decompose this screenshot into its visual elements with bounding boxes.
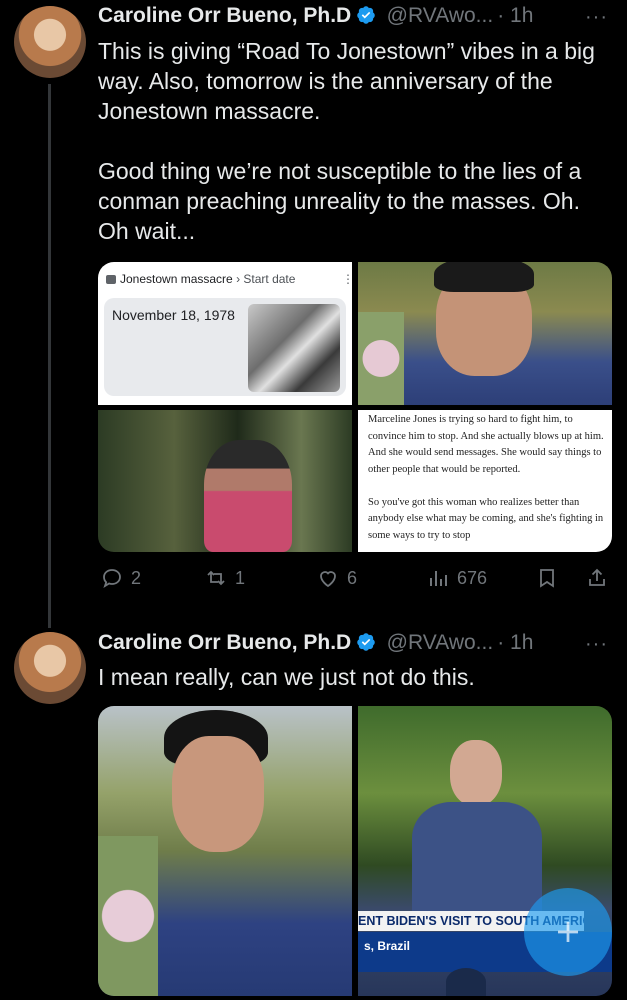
card-body: November 18, 1978 [104, 298, 346, 396]
hair-shape [434, 262, 534, 292]
portrait-photo[interactable] [358, 262, 612, 405]
author-avatar[interactable] [14, 632, 86, 704]
film-still-photo[interactable] [98, 410, 352, 552]
views-button[interactable]: 676 [426, 566, 487, 590]
quote-text-image[interactable]: Marceline Jones is trying so hard to fig… [358, 410, 612, 552]
like-count: 6 [347, 567, 358, 588]
repost-count: 1 [235, 567, 246, 588]
share-icon [589, 568, 605, 586]
tweet-header: Caroline Orr Bueno, Ph.D @RVAwo... · 1h [98, 4, 618, 32]
plus-icon [558, 922, 578, 942]
author-name[interactable]: Caroline Orr Bueno, Ph.D [98, 4, 351, 27]
more-options-icon[interactable]: ··· [585, 6, 608, 29]
person-shape [204, 440, 292, 552]
repost-button[interactable]: 1 [204, 566, 245, 590]
speaker-head-shape [450, 740, 502, 806]
verified-badge-icon [357, 633, 375, 651]
like-button[interactable]: 6 [316, 566, 357, 590]
bookmark-button[interactable] [535, 566, 559, 590]
card-title: Jonestown massacre [120, 272, 233, 286]
speaker-shirt-shape [412, 802, 542, 922]
flower-shape [98, 836, 158, 996]
card-date: November 18, 1978 [112, 307, 235, 323]
tweet-header: Caroline Orr Bueno, Ph.D @RVAwo... · 1h [98, 631, 618, 659]
reply-count: 2 [131, 567, 142, 588]
author-handle[interactable]: @RVAwo... [387, 4, 494, 27]
podium-seal-shape [446, 968, 486, 996]
tweet-time[interactable]: · 1h [497, 631, 533, 654]
portrait-photo[interactable] [98, 706, 352, 996]
tweet-time[interactable]: · 1h [497, 4, 533, 27]
card-header: Jonestown massacre › Start date [106, 272, 346, 288]
author-name[interactable]: Caroline Orr Bueno, Ph.D [98, 631, 351, 654]
views-count: 676 [457, 567, 488, 588]
bookmark-icon [540, 569, 554, 588]
tweet-text: This is giving “Road To Jonestown” vibes… [98, 38, 595, 244]
author-handle[interactable]: @RVAwo... [387, 631, 494, 654]
kebab-icon: ⋮ [342, 272, 352, 286]
more-options-icon[interactable]: ··· [585, 633, 608, 656]
media-grid[interactable]: Jonestown massacre › Start date ⋮ Novemb… [98, 262, 612, 552]
quote-text: Marceline Jones is trying so hard to fig… [368, 414, 604, 541]
card-photo [248, 304, 340, 392]
reply-icon [103, 569, 121, 589]
flower-shape [358, 312, 404, 405]
card-breadcrumb: › Start date [236, 272, 296, 286]
reply-button[interactable]: 2 [100, 566, 141, 590]
repost-icon [207, 570, 225, 586]
thread-line [48, 84, 51, 628]
views-icon [430, 571, 447, 586]
author-avatar[interactable] [14, 6, 86, 78]
share-button[interactable] [585, 566, 609, 590]
heart-icon [320, 571, 336, 588]
verified-badge-icon [357, 6, 375, 24]
face-shape [172, 736, 264, 852]
search-card-image[interactable]: Jonestown massacre › Start date ⋮ Novemb… [98, 262, 352, 405]
book-icon [106, 275, 116, 284]
tweet-text: I mean really, can we just not do this. [98, 664, 475, 690]
compose-button[interactable] [524, 888, 612, 976]
